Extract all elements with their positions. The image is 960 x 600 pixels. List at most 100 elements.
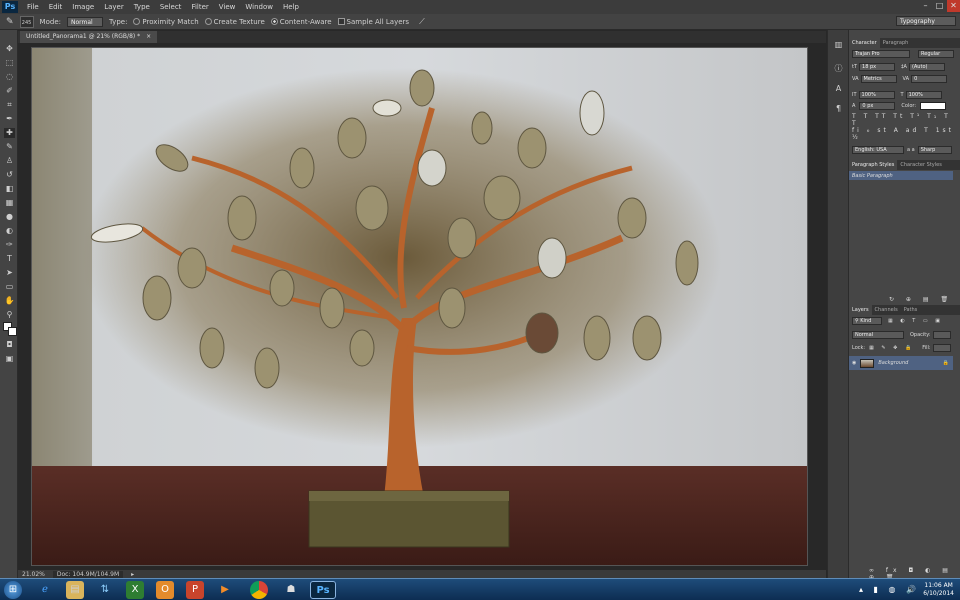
sample-all-layers-checkbox[interactable]: Sample All Layers (337, 18, 409, 26)
close-tab-icon[interactable]: × (146, 33, 151, 40)
path-select-tool-icon[interactable]: ➤ (4, 268, 15, 278)
opentype-icons[interactable]: fi ℴ st A ad T 1st ½ (852, 127, 960, 141)
paragraph-panel-icon[interactable]: ¶ (833, 104, 844, 114)
layers-footer-icons[interactable]: ∞ fx ◘ ◐ ▤ ⊕ 🗑 (869, 567, 960, 581)
eye-icon[interactable]: ◉ (852, 360, 856, 366)
menu-file[interactable]: File (22, 3, 44, 11)
type-tool-icon[interactable]: T (4, 254, 15, 264)
fill-field[interactable] (932, 344, 951, 352)
mode-select[interactable]: Normal (66, 16, 103, 27)
history-panel-icon[interactable]: ▥ (833, 40, 844, 50)
powerpoint-icon[interactable]: P (186, 581, 204, 599)
background-color-swatch[interactable] (8, 327, 17, 336)
layer-kind-select[interactable]: ⚲ Kind (852, 317, 882, 325)
proximity-match-radio[interactable]: Proximity Match (133, 18, 199, 26)
blur-tool-icon[interactable]: ● (4, 212, 15, 222)
tab-character[interactable]: Character (849, 38, 880, 48)
dodge-tool-icon[interactable]: ◐ (4, 226, 15, 236)
lock-icons[interactable]: ▦ ✎ ✥ 🔒 (869, 345, 914, 351)
font-size-field[interactable]: 18 px (859, 63, 896, 71)
lasso-tool-icon[interactable]: ◌ (4, 72, 15, 82)
close-button[interactable]: ✕ (947, 0, 960, 12)
opacity-field[interactable] (932, 331, 951, 339)
marquee-tool-icon[interactable]: ⬚ (4, 58, 15, 68)
eraser-tool-icon[interactable]: ◧ (4, 184, 15, 194)
tab-paragraph[interactable]: Paragraph (880, 38, 912, 48)
zoom-tool-icon[interactable]: ⚲ (4, 310, 15, 320)
pressure-size-icon[interactable]: ⟋ (419, 17, 425, 27)
minimize-button[interactable]: – (919, 0, 932, 12)
styles-footer-icons[interactable]: ↻ ⊕ ▤ 🗑 (889, 295, 953, 303)
gradient-tool-icon[interactable]: ▦ (4, 198, 15, 208)
anti-alias-select[interactable]: Sharp (917, 146, 952, 154)
outlook-icon[interactable]: O (156, 581, 174, 599)
brush-preset-picker[interactable]: 245 (19, 15, 34, 28)
blend-mode-select[interactable]: Normal (852, 331, 904, 339)
pen-tool-icon[interactable]: ✑ (4, 240, 15, 250)
clock[interactable]: 11:06 AM 6/10/2014 (923, 582, 954, 598)
menu-select[interactable]: Select (155, 3, 187, 11)
font-style-select[interactable]: Regular (918, 50, 954, 58)
horizontal-scale-field[interactable]: 100% (905, 91, 942, 99)
menu-window[interactable]: Window (240, 3, 278, 11)
file-explorer-icon[interactable]: ▤ (66, 581, 84, 599)
internet-explorer-icon[interactable]: ℯ (36, 581, 54, 599)
kerning-field[interactable]: Metrics (860, 75, 897, 83)
layer-row-background[interactable]: ◉ Background 🔒 (849, 356, 953, 370)
tab-channels[interactable]: Channels (872, 305, 901, 315)
document-image[interactable] (31, 47, 808, 566)
character-panel-icon[interactable]: A (833, 84, 844, 94)
brush-tool-icon[interactable]: ✎ (4, 142, 15, 152)
vertical-scale-field[interactable]: 100% (858, 91, 895, 99)
menu-filter[interactable]: Filter (186, 3, 213, 11)
screen-mode-icon[interactable]: ▣ (4, 354, 15, 364)
hand-tool-icon[interactable]: ✋ (4, 296, 15, 306)
text-style-buttons[interactable]: T T TT Tt T¹ T₁ T T (852, 113, 960, 127)
chrome-icon[interactable] (250, 581, 268, 599)
quick-mask-icon[interactable]: ◘ (4, 340, 15, 350)
tracking-field[interactable]: 0 (911, 75, 948, 83)
tab-character-styles[interactable]: Character Styles (897, 160, 944, 170)
quick-select-tool-icon[interactable]: ✐ (4, 86, 15, 96)
move-tool-icon[interactable]: ✥ (4, 44, 15, 54)
workspace-switcher[interactable]: Typography (896, 16, 956, 26)
text-color-swatch[interactable] (920, 102, 947, 110)
info-panel-icon[interactable]: ⓘ (833, 64, 844, 74)
baseline-field[interactable]: 0 px (859, 102, 896, 110)
menu-type[interactable]: Type (129, 3, 155, 11)
language-select[interactable]: English: USA (852, 146, 904, 154)
layer-filter-icons[interactable]: ▦ ◐ T ▭ ▣ (888, 318, 943, 324)
zoom-level[interactable]: 21.02% (22, 571, 45, 578)
menu-view[interactable]: View (214, 3, 241, 11)
tab-layers[interactable]: Layers (849, 305, 872, 315)
leading-field[interactable]: (Auto) (908, 63, 945, 71)
start-button[interactable]: ⊞ (4, 581, 22, 599)
menu-image[interactable]: Image (67, 3, 99, 11)
spot-healing-brush-icon[interactable]: ✎ (6, 17, 14, 27)
eyedropper-tool-icon[interactable]: ✒ (4, 114, 15, 124)
color-swatches[interactable] (3, 322, 17, 336)
canvas-area[interactable] (18, 43, 826, 570)
media-player-icon[interactable]: ▶ (216, 581, 234, 599)
text-style-icons[interactable]: T T TT Tt T¹ T₁ T T (852, 113, 960, 127)
crop-tool-icon[interactable]: ⌗ (4, 100, 15, 110)
menu-edit[interactable]: Edit (44, 3, 68, 11)
content-aware-radio[interactable]: Content-Aware (270, 18, 332, 26)
style-item-basic-paragraph[interactable]: Basic Paragraph (849, 171, 953, 180)
opentype-buttons[interactable]: fi ℴ st A ad T 1st ½ (852, 127, 960, 141)
stamp-tool-icon[interactable]: ♙ (4, 156, 15, 166)
app-icon[interactable]: ☗ (282, 581, 300, 599)
document-tab[interactable]: Untitled_Panorama1 @ 21% (RGB/8) * × (20, 31, 158, 43)
photoshop-taskbar-icon[interactable]: Ps (310, 581, 336, 599)
font-family-select[interactable]: Trajan Pro (852, 50, 910, 58)
tab-paragraph-styles[interactable]: Paragraph Styles (849, 160, 898, 170)
menu-layer[interactable]: Layer (99, 3, 129, 11)
healing-brush-tool-icon[interactable]: ✚ (4, 128, 15, 138)
excel-icon[interactable]: X (126, 581, 144, 599)
status-menu-arrow-icon[interactable]: ▸ (131, 571, 134, 578)
maximize-button[interactable]: □ (933, 0, 946, 12)
create-texture-radio[interactable]: Create Texture (204, 18, 265, 26)
menu-help[interactable]: Help (278, 3, 304, 11)
ftp-app-icon[interactable]: ⇅ (96, 581, 114, 599)
shape-tool-icon[interactable]: ▭ (4, 282, 15, 292)
